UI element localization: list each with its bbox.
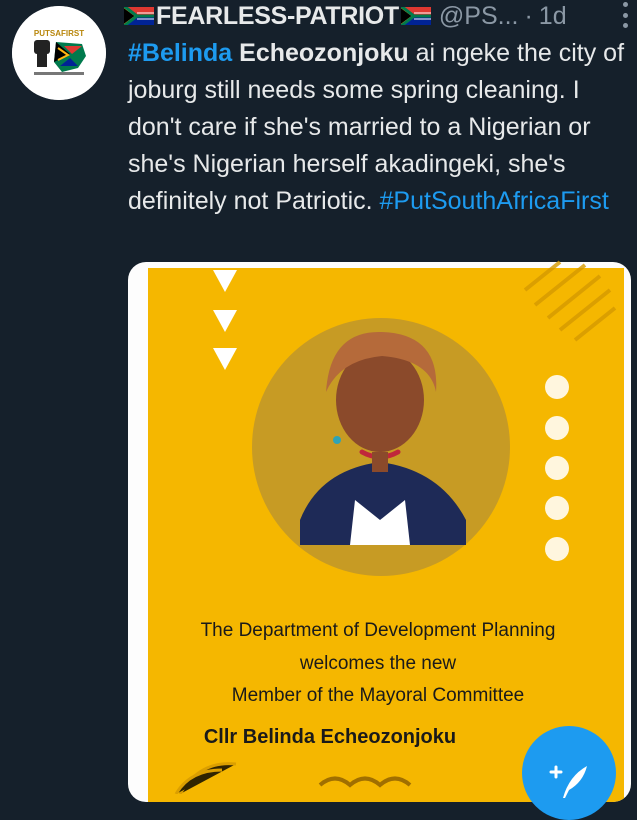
tweet[interactable]: PUTSAFIRST FEARLESS-PATRIOT @PS... · 1d … bbox=[0, 0, 637, 802]
tweet-text: #Belinda Echeozonjoku ai ngeke the city … bbox=[128, 35, 628, 220]
avatar-logo-text: PUTSAFIRST bbox=[34, 29, 84, 38]
display-name[interactable]: FEARLESS-PATRIOT bbox=[156, 2, 399, 31]
poster-background bbox=[148, 268, 624, 802]
timestamp[interactable]: 1d bbox=[539, 2, 567, 31]
poster-line-2: welcomes the new bbox=[299, 653, 457, 674]
compose-button[interactable] bbox=[522, 726, 616, 820]
poster-line-3: Member of the Mayoral Committee bbox=[231, 685, 525, 706]
tweet-header: FEARLESS-PATRIOT @PS... · 1d bbox=[124, 0, 627, 32]
bold-name: Echeozonjoku bbox=[239, 39, 409, 67]
south-africa-flag-icon bbox=[400, 7, 431, 25]
poster-line-1: The Department of Development Planning bbox=[200, 620, 556, 641]
avatar[interactable]: PUTSAFIRST bbox=[12, 6, 106, 100]
poster-name: Cllr Belinda Echeozonjoku bbox=[203, 726, 457, 748]
vertical-ellipsis-icon[interactable] bbox=[619, 2, 631, 28]
hashtag-link[interactable]: #Belinda bbox=[128, 39, 232, 67]
compose-feather-plus-icon bbox=[549, 765, 587, 798]
tweet-media-image[interactable] bbox=[128, 262, 631, 802]
user-handle[interactable]: @PS... bbox=[439, 2, 519, 31]
hashtag-link[interactable]: #PutSouthAfricaFirst bbox=[380, 187, 609, 215]
patriot-fist-flag-logo: PUTSAFIRST bbox=[12, 6, 106, 100]
separator-dot: · bbox=[524, 1, 533, 30]
south-africa-flag-icon bbox=[124, 7, 154, 25]
